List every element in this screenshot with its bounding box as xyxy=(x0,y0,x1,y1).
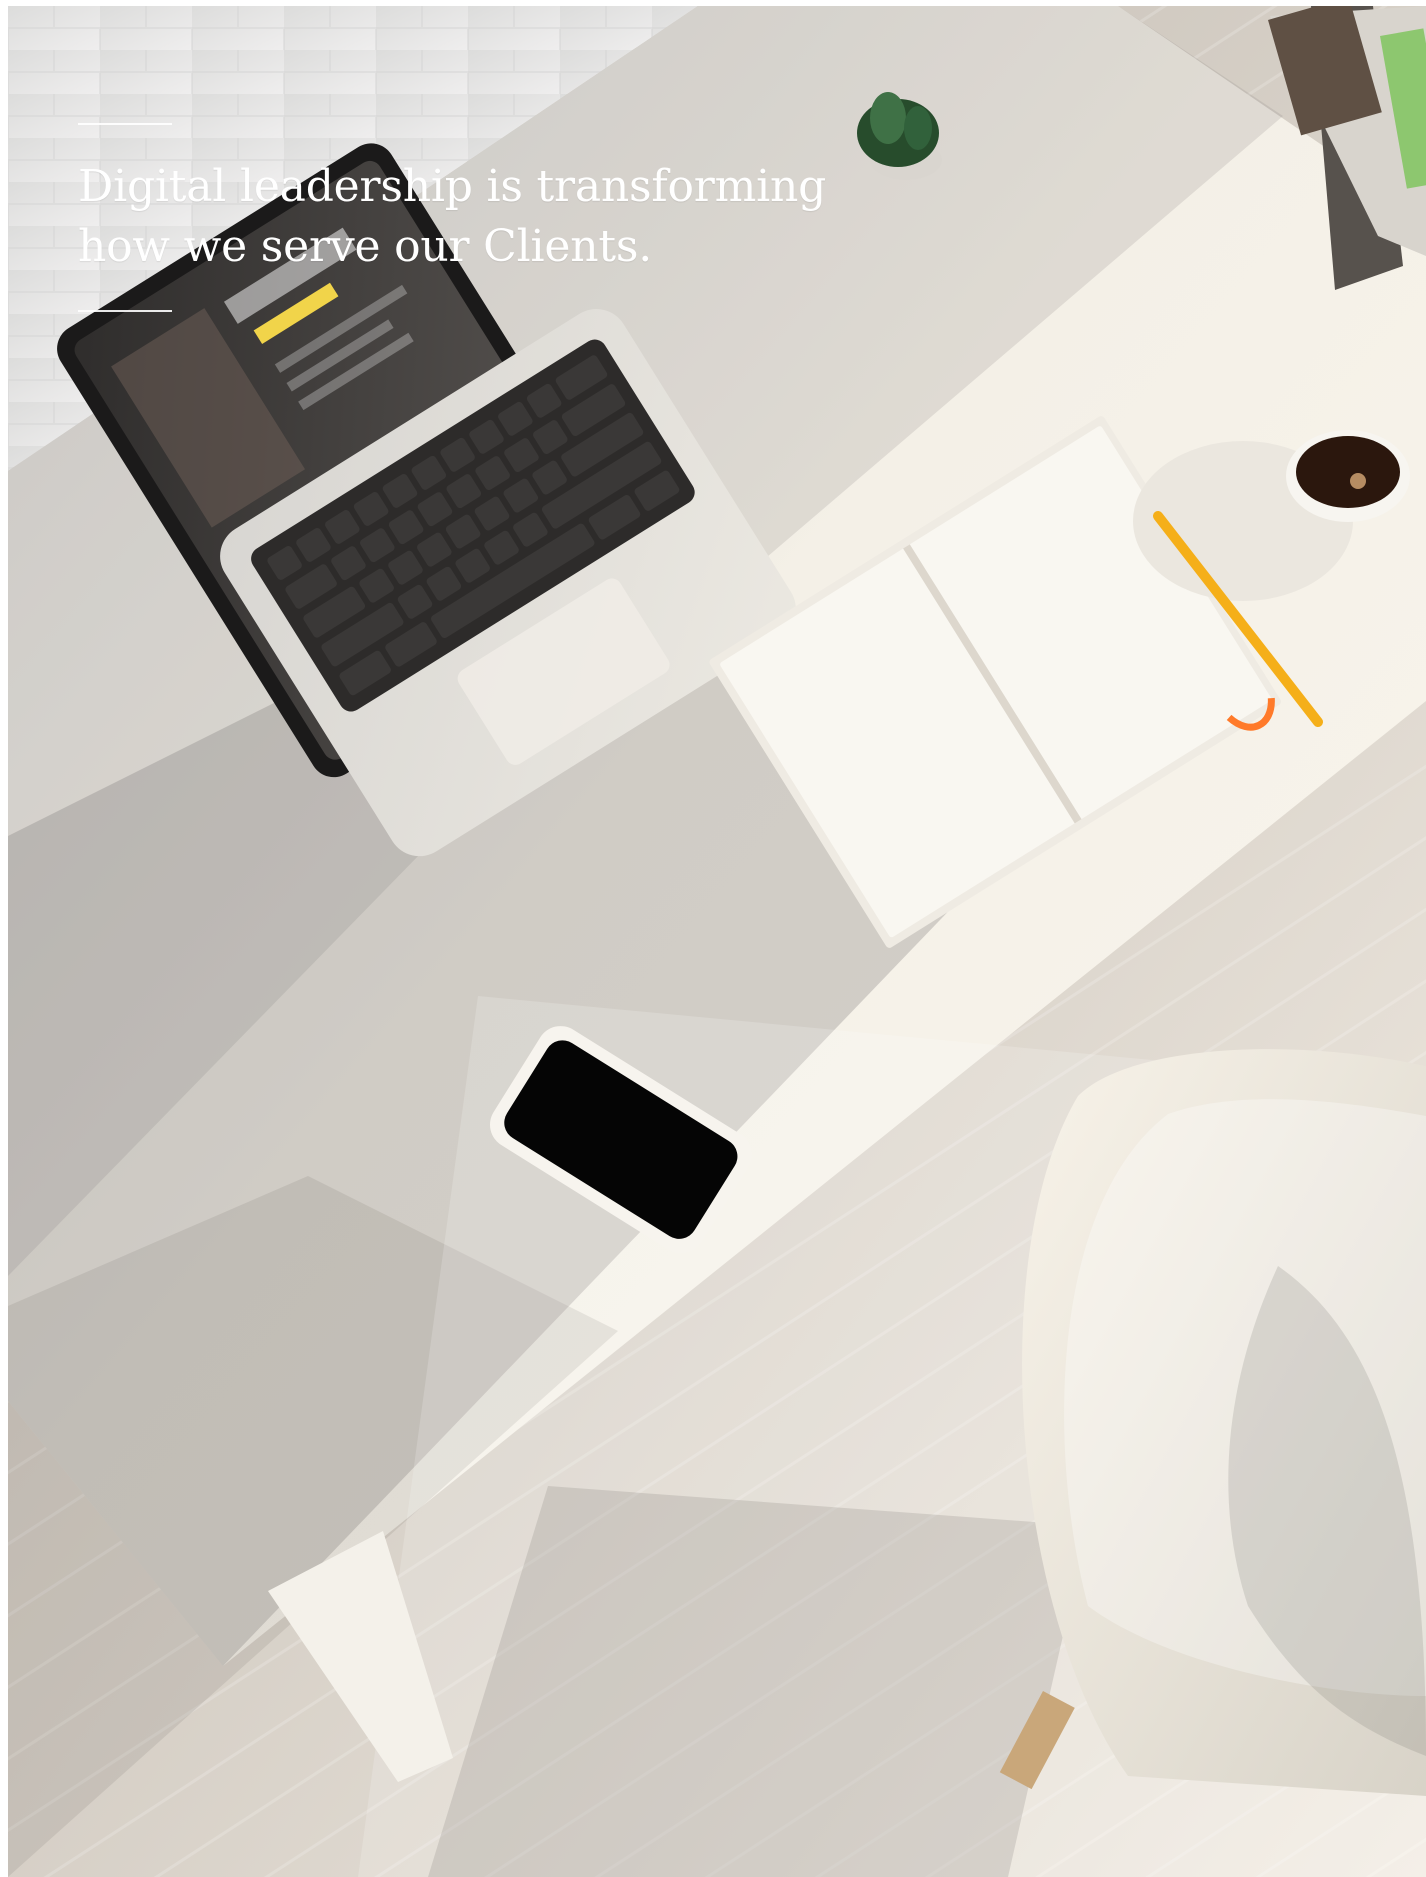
hero-headline-block: Digital leadership is transforming how w… xyxy=(78,123,838,312)
headline-bottom-rule xyxy=(78,310,172,312)
page: Digital leadership is transforming how w… xyxy=(0,0,1426,1877)
hero-image-section: Digital leadership is transforming how w… xyxy=(8,6,1426,1877)
hero-headline-line: Digital leadership is transforming xyxy=(78,161,827,212)
hero-headline-line: how we serve our Clients. xyxy=(78,221,652,272)
headline-top-rule xyxy=(78,123,172,125)
hero-headline: Digital leadership is transforming how w… xyxy=(78,157,838,277)
